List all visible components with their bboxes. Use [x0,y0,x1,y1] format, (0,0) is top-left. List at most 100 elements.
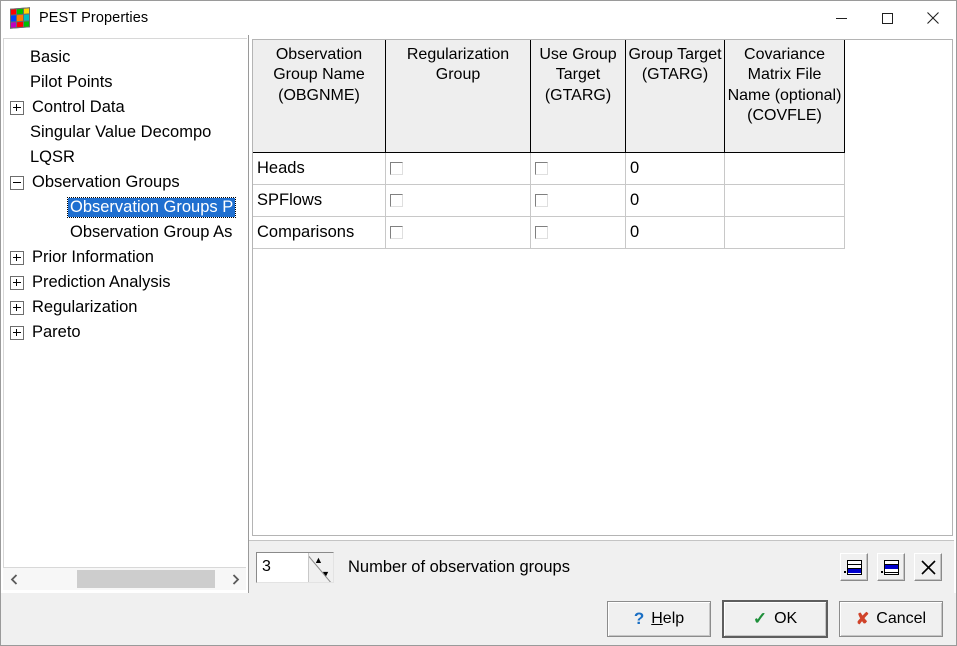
tree-item-observation-groups-p[interactable]: Observation Groups P [4,195,247,220]
column-header-1[interactable]: Regularization Group [385,40,531,153]
close-icon[interactable] [910,1,956,35]
regularization-group-checkbox[interactable] [390,225,403,239]
maximize-icon[interactable] [864,1,910,35]
column-header-0[interactable]: Observation Group Name (OBGNME) [253,40,386,153]
tree-item-observation-groups[interactable]: Observation Groups [4,170,247,195]
window-controls [818,1,956,35]
cell-use-group-target[interactable] [530,152,626,185]
observation-group-count-label: Number of observation groups [348,557,570,576]
cell-covariance-matrix-file[interactable] [724,216,845,249]
cell-use-group-target[interactable] [530,184,626,217]
cell-covariance-matrix-file[interactable] [724,184,845,217]
tree-item-label: Basic [30,48,71,67]
cell-regularization-group[interactable] [385,152,531,185]
check-icon: ✓ [752,609,768,628]
expand-icon[interactable] [10,100,24,115]
delete-row-button[interactable] [914,553,942,581]
observation-groups-table[interactable]: Observation Group Name (OBGNME) Regulariz… [253,40,845,249]
help-button-label: Help [651,610,685,627]
help-button[interactable]: ? Help [607,601,711,637]
tree-item-label: Prediction Analysis [32,273,171,292]
observation-group-count-value[interactable]: 3 [257,558,308,576]
tree-item-lqsr[interactable]: LQSR [4,145,247,170]
table-row[interactable]: Comparisons 0 [253,216,845,249]
tree-item-label: Observation Groups P [66,196,237,219]
cell-group-target: 0 [625,184,725,217]
cell-group-name[interactable]: Comparisons [253,216,386,249]
column-header-4[interactable]: Covariance Matrix File Name (optional) (… [724,40,845,153]
grid-toolbar: 3 ▲ ▼ Number of observation groups [249,540,954,593]
table-header-row: Observation Group Name (OBGNME) Regulariz… [253,40,845,153]
pest-properties-window: PEST Properties Basic Pilot Points Control… [0,0,957,646]
tree-item-label: Observation Group As [70,223,233,242]
tree-horizontal-scrollbar[interactable] [3,567,246,590]
ok-button[interactable]: ✓ OK [722,600,828,638]
tree-item-label: Pilot Points [30,73,113,92]
spinner-down-arrow[interactable]: ▼ [321,569,330,579]
chevron-left-icon[interactable] [3,569,25,589]
collapse-icon[interactable] [10,175,24,190]
cell-covariance-matrix-file[interactable] [724,152,845,185]
insert-row-below-button[interactable] [840,553,868,581]
regularization-group-checkbox[interactable] [390,161,403,175]
pest-app-icon [10,7,30,29]
chevron-right-icon[interactable] [224,569,246,589]
delete-row-icon [920,559,936,575]
cell-group-target: 0 [625,152,725,185]
insert-row-above-button[interactable] [877,553,905,581]
tree-item-pilot-points[interactable]: Pilot Points [4,70,247,95]
dialog-body: Basic Pilot Points Control Data Singular Va… [1,35,956,593]
use-group-target-checkbox[interactable] [535,225,548,239]
cancel-button-label: Cancel [876,610,927,627]
expand-icon[interactable] [10,300,24,315]
tree-item-basic[interactable]: Basic [4,45,247,70]
tree-item-label: Pareto [32,323,81,342]
tree-item-control-data[interactable]: Control Data [4,95,247,120]
expand-icon[interactable] [10,275,24,290]
table-row[interactable]: SPFlows 0 [253,184,845,217]
tree-item-label: Prior Information [32,248,154,267]
table-header: Observation Group Name (OBGNME) Regulariz… [253,40,845,153]
tree-item-singular-value-decompo[interactable]: Singular Value Decompo [4,120,247,145]
table-row[interactable]: Heads 0 [253,152,845,185]
tree-item-prediction-analysis[interactable]: Prediction Analysis [4,270,247,295]
tree-item-pareto[interactable]: Pareto [4,320,247,345]
ok-button-label: OK [774,610,798,627]
observation-group-count-stepper[interactable]: 3 ▲ ▼ [256,551,334,583]
cell-use-group-target[interactable] [530,216,626,249]
expand-icon[interactable] [10,250,24,265]
regularization-group-checkbox[interactable] [390,193,403,207]
tree-item-label: Regularization [32,298,138,317]
expand-icon[interactable] [10,325,24,340]
stepper-buttons[interactable]: ▲ ▼ [308,552,333,582]
tree-item-prior-information[interactable]: Prior Information [4,245,247,270]
cell-group-name[interactable]: SPFlows [253,184,386,217]
cell-regularization-group[interactable] [385,216,531,249]
question-mark-icon: ? [633,609,645,628]
insert-row-below-icon [843,559,862,575]
minimize-icon[interactable] [818,1,864,35]
cell-regularization-group[interactable] [385,184,531,217]
spinner-up-arrow[interactable]: ▲ [314,555,323,565]
scrollbar-track[interactable] [25,569,224,589]
cell-group-name[interactable]: Heads [253,152,386,185]
navigation-tree-pane: Basic Pilot Points Control Data Singular Va… [1,35,249,593]
use-group-target-checkbox[interactable] [535,193,548,207]
navigation-tree[interactable]: Basic Pilot Points Control Data Singular Va… [3,38,247,567]
use-group-target-checkbox[interactable] [535,161,548,175]
dialog-button-bar: ? Help ✓ OK ✘ Cancel [1,593,956,645]
window-title: PEST Properties [39,10,149,26]
scrollbar-thumb[interactable] [77,570,215,588]
column-header-3[interactable]: Group Target (GTARG) [625,40,725,153]
tree-item-observation-group-as[interactable]: Observation Group As [4,220,247,245]
cancel-button[interactable]: ✘ Cancel [839,601,943,637]
column-header-2[interactable]: Use Group Target (GTARG) [530,40,626,153]
tree-item-regularization[interactable]: Regularization [4,295,247,320]
observation-groups-panel: Observation Group Name (OBGNME) Regulariz… [249,35,956,593]
